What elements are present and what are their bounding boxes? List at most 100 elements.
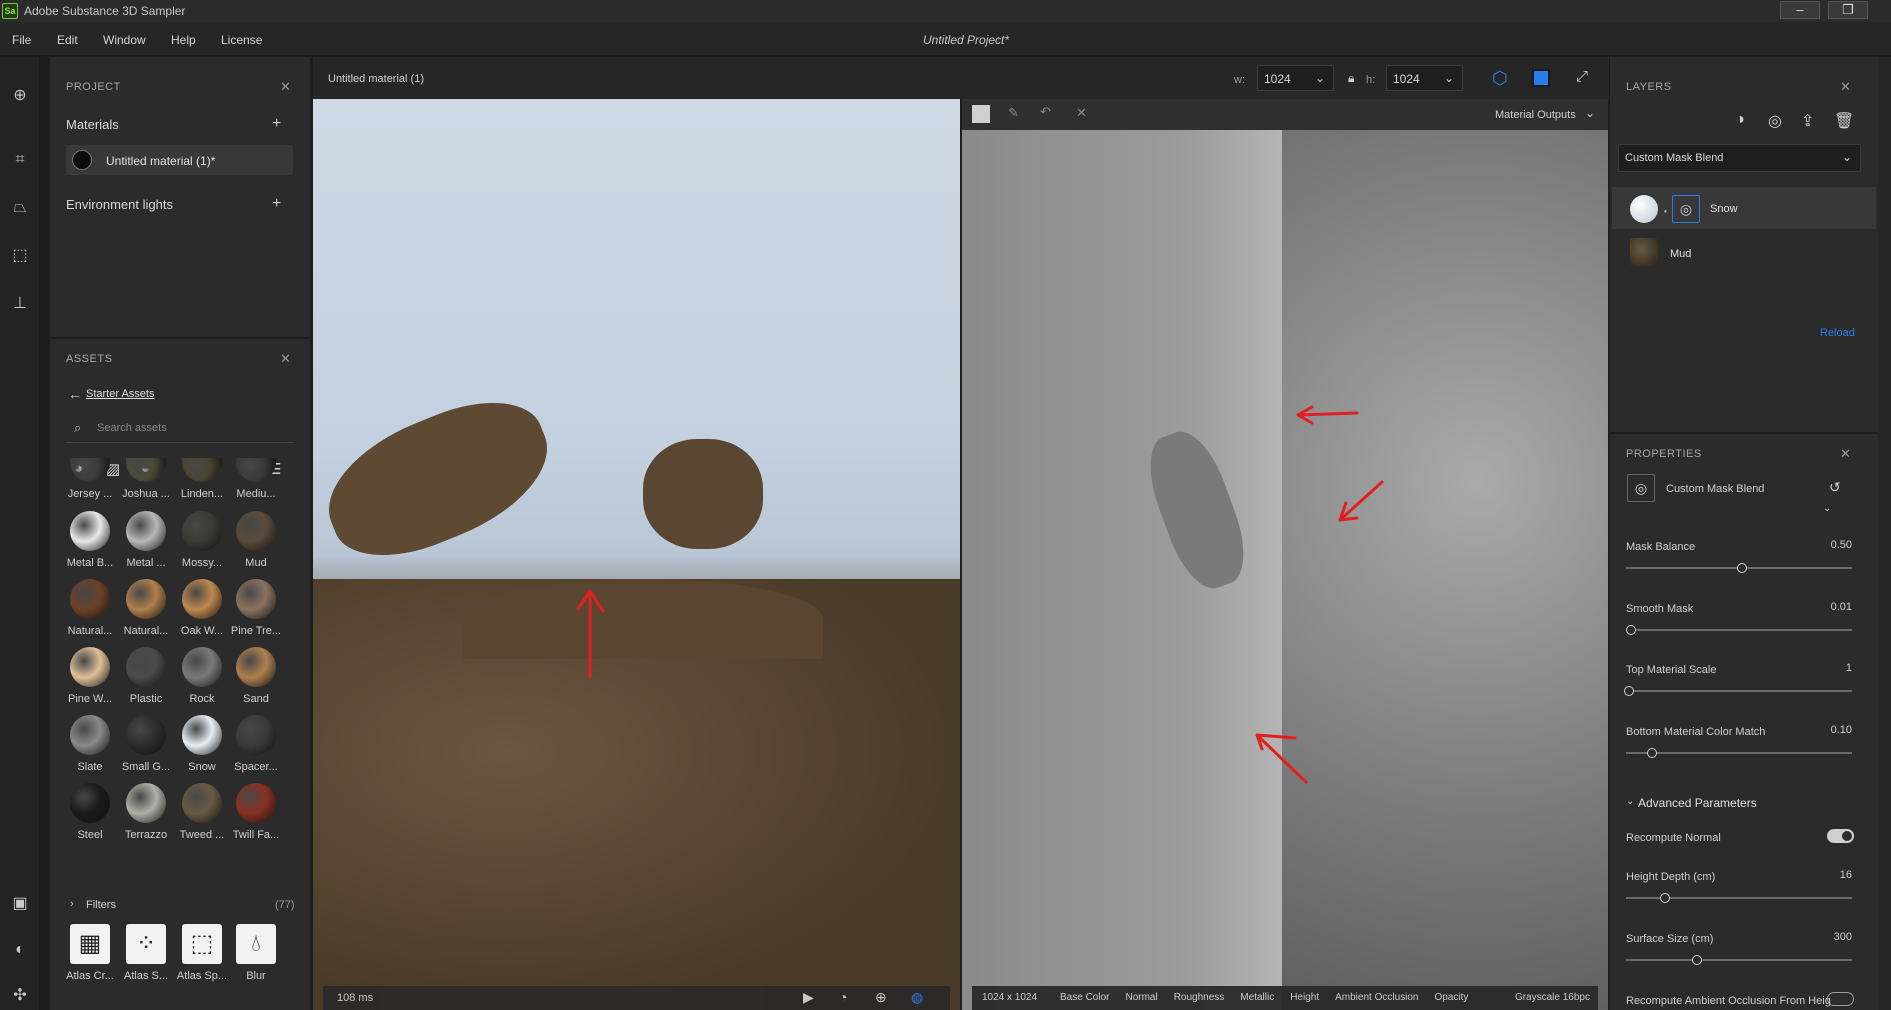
channel-tab[interactable]: Base Color — [1060, 992, 1109, 1003]
transform-icon[interactable]: ⬚ — [10, 246, 30, 266]
asset-thumb[interactable] — [182, 715, 222, 755]
channel-tab[interactable]: Metallic — [1240, 992, 1274, 1003]
recompute-normal-toggle[interactable] — [1827, 829, 1854, 843]
filter-thumb[interactable]: 💧︎ — [236, 924, 276, 964]
mask-icon[interactable]: ◑ — [1735, 111, 1745, 129]
environment-icon[interactable]: ◍ — [911, 989, 923, 1006]
asset-thumb[interactable] — [236, 647, 276, 687]
asset-thumb[interactable] — [182, 783, 222, 823]
asset-thumb[interactable] — [70, 579, 110, 619]
brush-icon[interactable]: ✎ — [1008, 105, 1019, 121]
channel-tab[interactable]: Opacity — [1434, 992, 1468, 1003]
filter-thumb[interactable]: ⬚ — [182, 924, 222, 964]
blend-mode-dropdown[interactable]: Custom Mask Blend ⌄ — [1618, 144, 1861, 172]
perspective-icon[interactable]: ⏢ — [10, 198, 30, 218]
slider-track[interactable] — [1626, 959, 1852, 961]
slider-knob[interactable] — [1624, 686, 1634, 696]
reload-link[interactable]: Reload — [1820, 327, 1855, 339]
checkbox-icon[interactable] — [972, 105, 990, 123]
channel-tab[interactable]: Roughness — [1174, 992, 1225, 1003]
slider-knob[interactable] — [1646, 747, 1657, 758]
asset-thumb[interactable] — [70, 511, 110, 551]
filter-thumb[interactable]: ⁘ — [126, 924, 166, 964]
height-dropdown[interactable]: 1024 ⌄ — [1386, 65, 1463, 91]
close-icon[interactable]: ✕ — [1076, 105, 1087, 121]
camera-icon[interactable]: ▶ — [803, 989, 814, 1006]
add-environment-button[interactable]: + — [272, 195, 281, 213]
asset-thumb[interactable] — [236, 715, 276, 755]
asset-thumb[interactable] — [70, 647, 110, 687]
layer-name-mud[interactable]: Mud — [1670, 248, 1691, 260]
asset-thumb[interactable] — [70, 783, 110, 823]
lighting-icon[interactable]: ◔ — [839, 989, 847, 1005]
asset-thumb[interactable] — [236, 579, 276, 619]
filters-label[interactable]: Filters — [86, 899, 116, 911]
asset-thumb[interactable] — [126, 715, 166, 755]
fullscreen-icon[interactable]: ⤢ — [1576, 68, 1588, 85]
network-icon[interactable]: ✣ — [10, 986, 30, 1006]
material-preview-2d[interactable]: 108 ms ▶ ◔ ⊕ ◍ — [313, 99, 960, 1010]
trash-icon[interactable]: 🗑︎ — [1834, 111, 1854, 131]
slider-track[interactable] — [1626, 628, 1852, 631]
2d-view-icon[interactable] — [1532, 69, 1550, 87]
asset-thumb[interactable] — [182, 511, 222, 551]
3d-view-icon[interactable]: ⬡ — [1492, 68, 1508, 89]
param-value[interactable]: 1 — [1812, 662, 1852, 674]
stamp-icon[interactable]: ⊥ — [10, 294, 30, 314]
close-icon[interactable]: ✕ — [280, 79, 291, 95]
slider-track[interactable] — [1626, 690, 1852, 692]
param-value[interactable]: 300 — [1812, 931, 1852, 943]
slider-track[interactable] — [1626, 751, 1852, 754]
asset-thumb[interactable] — [126, 511, 166, 551]
reset-icon[interactable]: ↺ — [1829, 479, 1841, 496]
add-icon[interactable]: ⊕ — [10, 86, 30, 106]
param-value[interactable]: 0.10 — [1812, 724, 1852, 736]
asset-thumb[interactable] — [236, 783, 276, 823]
slider-knob[interactable] — [1737, 563, 1747, 573]
chevron-down-icon[interactable]: ⌄ — [1585, 106, 1595, 120]
param-value[interactable]: 0.50 — [1812, 539, 1852, 551]
material-outputs-label[interactable]: Material Outputs — [1495, 109, 1576, 121]
globe-icon[interactable]: ⊕ — [875, 989, 887, 1006]
advanced-parameters-label[interactable]: Advanced Parameters — [1638, 796, 1757, 810]
width-dropdown[interactable]: 1024 ⌄ — [1257, 65, 1334, 91]
menu-edit[interactable]: Edit — [57, 33, 78, 47]
export-icon[interactable]: ⇪ — [1801, 111, 1814, 131]
undo-icon[interactable]: ↶ — [1040, 104, 1051, 120]
asset-thumb[interactable] — [236, 511, 276, 551]
asset-thumb[interactable] — [126, 783, 166, 823]
color-picker-icon[interactable]: ◐ — [10, 940, 30, 960]
menu-window[interactable]: Window — [103, 33, 146, 47]
param-value[interactable]: 0.01 — [1812, 601, 1852, 613]
chevron-down-icon[interactable]: ⌄ — [1626, 796, 1634, 807]
menu-help[interactable]: Help — [171, 33, 196, 47]
right-scrollbar[interactable] — [1878, 57, 1891, 1010]
asset-thumb[interactable] — [126, 647, 166, 687]
channel-tab[interactable]: Ambient Occlusion — [1335, 992, 1418, 1003]
channel-tab[interactable]: Normal — [1125, 992, 1157, 1003]
slider-knob[interactable] — [1626, 624, 1637, 635]
asset-thumb[interactable] — [126, 579, 166, 619]
maximize-button[interactable]: ❐ — [1828, 1, 1868, 19]
asset-thumb[interactable] — [70, 715, 110, 755]
filters-chevron-icon[interactable]: › — [70, 898, 74, 910]
asset-thumb[interactable] — [182, 647, 222, 687]
crop-icon[interactable]: ⌗ — [10, 150, 30, 170]
screen-icon[interactable]: ▣ — [10, 894, 30, 914]
slider-knob[interactable] — [1691, 955, 1702, 965]
channel-tab[interactable]: Height — [1290, 992, 1319, 1003]
minimize-button[interactable]: – — [1780, 1, 1820, 19]
menu-file[interactable]: File — [12, 33, 31, 47]
add-material-button[interactable]: + — [272, 115, 281, 133]
param-value[interactable]: 16 — [1812, 869, 1852, 881]
add-filter-icon[interactable]: ◎ — [1768, 111, 1782, 131]
chevron-down-icon[interactable]: ⌄ — [1823, 503, 1831, 514]
breadcrumb[interactable]: Starter Assets — [86, 388, 154, 400]
close-icon[interactable]: ✕ — [280, 351, 291, 367]
asset-thumb[interactable] — [182, 579, 222, 619]
menu-license[interactable]: License — [221, 33, 262, 47]
close-icon[interactable]: ✕ — [1840, 79, 1851, 95]
filter-icon[interactable]: ◎ — [1672, 195, 1700, 223]
close-icon[interactable]: ✕ — [1840, 446, 1851, 462]
back-arrow-icon[interactable]: ← — [68, 386, 82, 402]
